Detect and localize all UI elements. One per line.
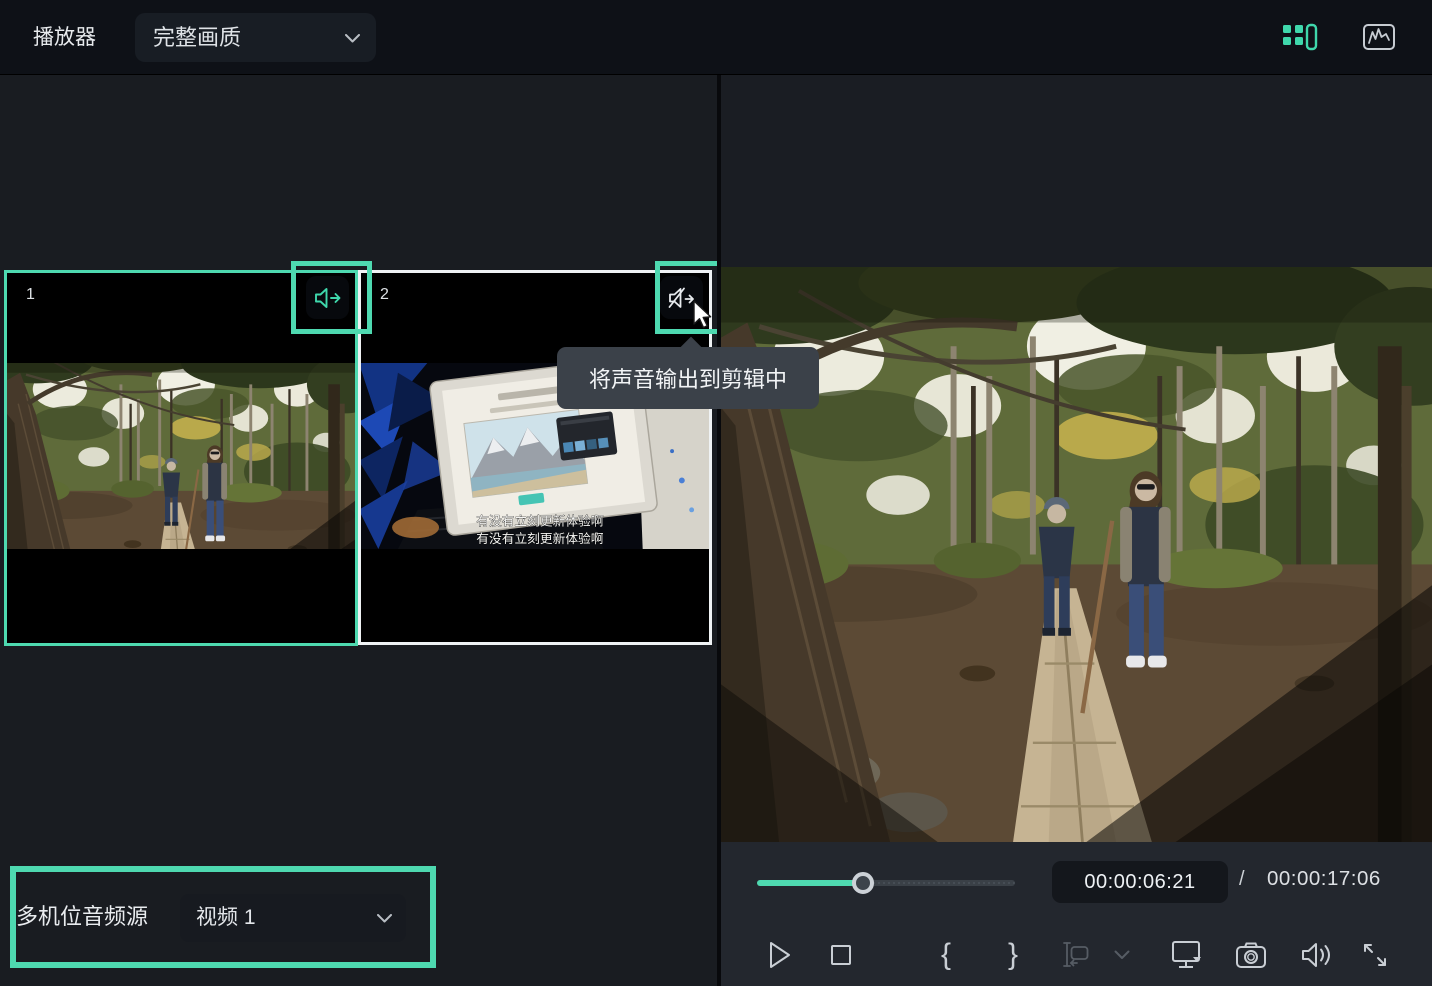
chevron-down-icon: [345, 34, 360, 43]
total-timecode: 00:00:17:06: [1267, 867, 1381, 890]
angle-2-audio-mute-button[interactable]: [660, 276, 703, 319]
display-output-button[interactable]: [1168, 936, 1206, 974]
quality-dropdown[interactable]: 完整画质: [135, 13, 376, 62]
speaker-volume-icon: [1299, 940, 1333, 970]
play-button[interactable]: [760, 936, 798, 974]
angle-1-label: 1: [26, 286, 35, 303]
angle-2-thumbnail[interactable]: 2: [358, 270, 712, 645]
fullscreen-expand-icon: [1359, 939, 1391, 971]
mark-in-button[interactable]: {: [927, 936, 965, 974]
angle-1-thumbnail[interactable]: 1: [4, 270, 358, 646]
multicam-angles-panel: 1 2 将声音输出到剪辑中 多机位音频源 视频 1: [0, 75, 819, 986]
seek-slider[interactable]: [757, 872, 1015, 894]
video-scope-button[interactable]: [1356, 15, 1402, 59]
player-topbar: 播放器 完整画质: [0, 0, 1432, 75]
camera-icon: [1234, 940, 1268, 970]
marker-options-button[interactable]: [1103, 936, 1141, 974]
fullscreen-button[interactable]: [1356, 936, 1394, 974]
progress-fill: [757, 880, 863, 886]
multicam-layout-icon: [1281, 20, 1318, 54]
angle-2-label: 2: [380, 286, 389, 303]
video-scope-icon: [1362, 22, 1396, 52]
mark-in-icon: {: [940, 938, 952, 971]
chevron-down-icon: [1114, 950, 1130, 960]
chevron-down-icon: [377, 914, 392, 923]
audio-source-value: 视频 1: [196, 906, 256, 929]
add-marker-button[interactable]: [1057, 936, 1095, 974]
marker-icon: [1059, 939, 1093, 971]
multicam-view-button[interactable]: [1276, 15, 1322, 59]
program-video-preview: [721, 267, 1432, 842]
mark-out-button[interactable]: }: [994, 936, 1032, 974]
stop-button[interactable]: [822, 936, 860, 974]
audio-source-dropdown[interactable]: 视频 1: [180, 894, 406, 942]
timecode-separator: /: [1239, 868, 1245, 890]
playback-control-panel: 00:00:06:21 / 00:00:17:06 { }: [721, 842, 1432, 986]
volume-button[interactable]: [1297, 936, 1335, 974]
progress-handle[interactable]: [851, 872, 874, 894]
tooltip: 将声音输出到剪辑中: [557, 336, 819, 409]
audio-source-label: 多机位音频源: [16, 904, 149, 929]
program-viewer-panel: 00:00:06:21 / 00:00:17:06 { }: [721, 75, 1432, 986]
mark-out-icon: }: [1007, 938, 1019, 971]
multicam-player-window: 播放器 完整画质 1 2 将声音输出到剪辑中 多机位音频源 视频 1 00:00…: [0, 0, 1432, 986]
page-title: 播放器: [33, 26, 96, 49]
external-display-icon: [1169, 938, 1205, 972]
tooltip-text: 将声音输出到剪辑中: [588, 367, 787, 392]
quality-dropdown-value: 完整画质: [153, 25, 242, 50]
snapshot-button[interactable]: [1232, 936, 1270, 974]
current-timecode-field[interactable]: 00:00:06:21: [1052, 861, 1228, 903]
speaker-output-icon: [314, 287, 342, 309]
angle-1-audio-output-button[interactable]: [306, 276, 349, 319]
speaker-muted-icon: [668, 287, 696, 309]
angle-1-video-frame: [7, 363, 355, 549]
